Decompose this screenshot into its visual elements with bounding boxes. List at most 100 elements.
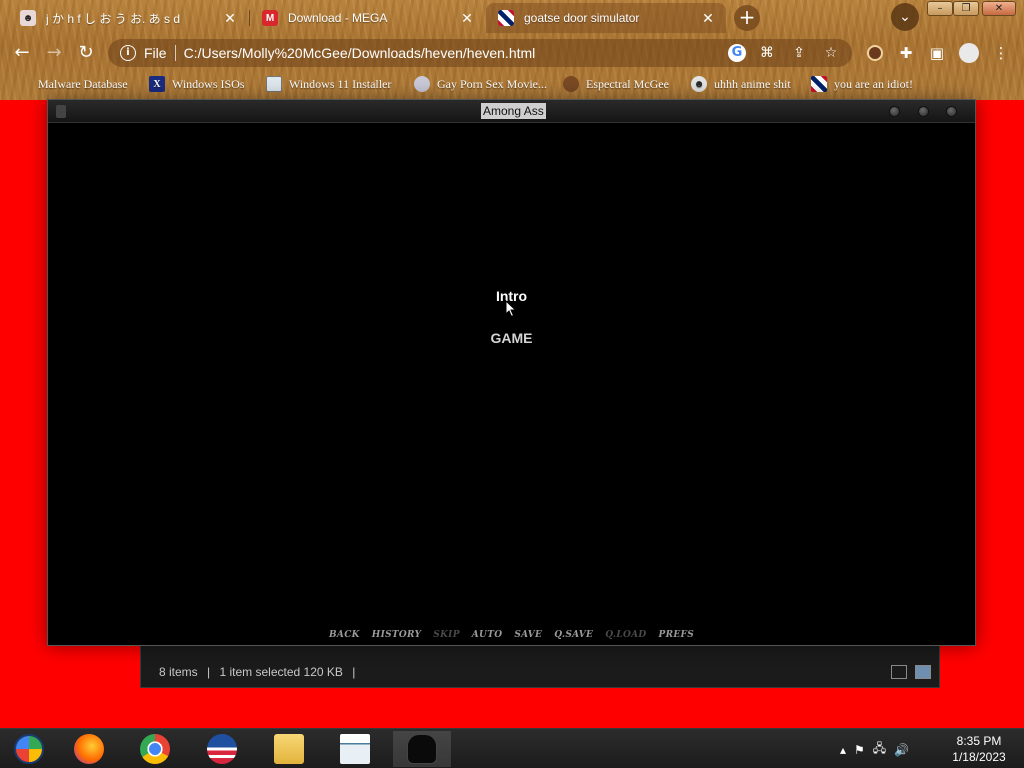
network-icon[interactable]: 🖧	[873, 739, 886, 760]
close-icon[interactable]: ✕	[459, 10, 475, 27]
system-tray: ▴ ⚑ 🖧 🔊	[840, 739, 909, 760]
side-panel-icon[interactable]: ▣	[926, 42, 948, 64]
close-window-button[interactable]: ✕	[982, 1, 1016, 16]
bookmark-you-are-an-idiot[interactable]: you are an idiot!	[811, 75, 913, 93]
show-hidden-icons-icon[interactable]: ▴	[840, 743, 846, 757]
folder-icon	[274, 734, 304, 764]
clock[interactable]: 8:35 PM 1/18/2023	[944, 733, 1014, 765]
url-text[interactable]: C:/Users/Molly%20McGee/Downloads/heven/h…	[184, 45, 728, 61]
tab-1-title: j か h f し お う お. あ s d	[46, 11, 181, 26]
quick-menu-skip[interactable]: SKIP	[433, 630, 460, 640]
bookmark-star-icon[interactable]: ☆	[820, 42, 842, 64]
game-title-bar[interactable]: Among Ass	[48, 100, 975, 123]
bookmarks-bar: Malware Database X Windows ISOs Windows …	[0, 72, 1024, 96]
bookmark-label: Espectral McGee	[586, 76, 669, 91]
reload-icon: ↻	[78, 42, 94, 63]
bookmark-label: you are an idiot!	[834, 76, 913, 91]
bookmark-label: Gay Porn Sex Movie...	[437, 76, 547, 91]
tab-1[interactable]: ☻ j か h f し お う お. あ s d ✕	[8, 3, 248, 33]
tab-3[interactable]: goatse door simulator ✕	[486, 3, 726, 33]
x-logo-icon: X	[149, 76, 165, 92]
tab-2-title: Download - MEGA	[288, 11, 388, 25]
obama-logo-icon	[207, 734, 237, 764]
explorer-status-bar: 8 items | 1 item selected 120 KB |	[159, 665, 361, 679]
reload-button[interactable]: ↻	[73, 40, 99, 66]
browser-toolbar: ← → ↻ i File C:/Users/Molly%20McGee/Down…	[0, 36, 1024, 68]
tab-search-button[interactable]: ⌄	[891, 3, 919, 31]
bookmark-gay-porn-sex-movie[interactable]: Gay Porn Sex Movie...	[414, 75, 547, 93]
details-view-icon[interactable]	[891, 665, 907, 679]
new-tab-button[interactable]: +	[734, 5, 760, 31]
kebab-menu-icon[interactable]: ⋮	[990, 42, 1012, 64]
back-button[interactable]: ←	[9, 40, 35, 66]
game-maximize-button[interactable]	[918, 106, 929, 117]
game-minimize-button[interactable]	[889, 106, 900, 117]
action-center-flag-icon[interactable]: ⚑	[854, 743, 865, 757]
close-icon[interactable]: ✕	[222, 10, 238, 27]
translate-icon[interactable]: ⌘	[756, 42, 778, 64]
large-icons-view-icon[interactable]	[915, 665, 931, 679]
forward-arrow-icon: →	[46, 42, 62, 63]
browser-chrome: ☻ j か h f し お う お. あ s d ✕ M Download - …	[0, 0, 1024, 100]
back-arrow-icon: ←	[14, 42, 30, 63]
mega-icon: M	[262, 10, 278, 26]
profile-avatar-icon[interactable]	[958, 42, 980, 64]
taskbar-game[interactable]	[393, 731, 451, 767]
game-close-button[interactable]	[946, 106, 957, 117]
clock-time: 8:35 PM	[956, 734, 1002, 748]
game-window-icon	[56, 105, 66, 118]
chrome-icon	[140, 734, 170, 764]
quick-menu-qsave[interactable]: Q.SAVE	[554, 630, 593, 640]
mouse-pointer-icon	[505, 300, 517, 318]
taskbar-notepad[interactable]	[326, 731, 384, 767]
status-divider: |	[207, 665, 211, 679]
bookmark-label: Malware Database	[38, 76, 128, 91]
extensions-puzzle-icon[interactable]: ✚	[895, 42, 917, 64]
menu-option-game[interactable]: GAME	[48, 330, 975, 346]
taskbar-chrome[interactable]	[126, 731, 184, 767]
bookmark-label: Windows 11 Installer	[289, 76, 392, 91]
share-icon[interactable]: ⇪	[788, 42, 810, 64]
game-character-icon	[407, 734, 437, 764]
game-window-title: Among Ass	[481, 103, 546, 119]
taskbar: ▴ ⚑ 🖧 🔊 8:35 PM 1/18/2023	[0, 728, 1024, 768]
quick-menu-back[interactable]: BACK	[329, 630, 360, 640]
minimize-button[interactable]: –	[927, 1, 953, 16]
quick-menu: BACK HISTORY SKIP AUTO SAVE Q.SAVE Q.LOA…	[48, 630, 975, 640]
notepad-icon	[340, 734, 370, 764]
restore-button[interactable]: ❐	[953, 1, 979, 16]
taskbar-obama[interactable]	[193, 731, 251, 767]
omnibox-divider	[174, 45, 176, 61]
quick-menu-prefs[interactable]: PREFS	[659, 630, 695, 640]
forward-button[interactable]: →	[41, 40, 67, 66]
profile-extension-icon[interactable]	[864, 42, 886, 64]
url-scheme: File	[144, 45, 167, 61]
flag-icon	[811, 76, 827, 92]
quick-menu-save[interactable]: SAVE	[514, 630, 542, 640]
bookmark-windows-isos[interactable]: X Windows ISOs	[149, 75, 245, 93]
anime-avatar-icon: ☻	[20, 10, 36, 26]
image-icon	[266, 76, 282, 92]
quick-menu-qload[interactable]: Q.LOAD	[605, 630, 646, 640]
taskbar-file-explorer[interactable]	[260, 731, 318, 767]
item-count: 8 items	[159, 665, 198, 679]
volume-icon[interactable]: 🔊	[894, 743, 909, 757]
address-bar[interactable]: i File C:/Users/Molly%20McGee/Downloads/…	[108, 39, 852, 67]
bookmark-espectral-mcgee[interactable]: Espectral McGee	[563, 75, 669, 93]
status-divider: |	[352, 665, 356, 679]
quick-menu-auto[interactable]: AUTO	[472, 630, 503, 640]
info-icon[interactable]: i	[120, 45, 136, 61]
taskbar-firefox[interactable]	[60, 731, 118, 767]
close-icon[interactable]: ✕	[700, 10, 716, 27]
bookmark-malware-database[interactable]: Malware Database	[38, 75, 128, 93]
flag-icon	[498, 10, 514, 26]
quick-menu-history[interactable]: HISTORY	[372, 630, 421, 640]
clock-date: 1/18/2023	[952, 750, 1006, 764]
start-button[interactable]	[0, 731, 58, 767]
file-explorer-window: 8 items | 1 item selected 120 KB |	[140, 640, 940, 688]
google-lens-icon[interactable]: G	[728, 44, 746, 62]
tab-2[interactable]: M Download - MEGA ✕	[250, 3, 485, 33]
bookmark-windows-11-installer[interactable]: Windows 11 Installer	[266, 75, 391, 93]
anime-icon: ☻	[691, 76, 707, 92]
bookmark-uhhh-anime-shit[interactable]: ☻ uhhh anime shit	[691, 75, 791, 93]
